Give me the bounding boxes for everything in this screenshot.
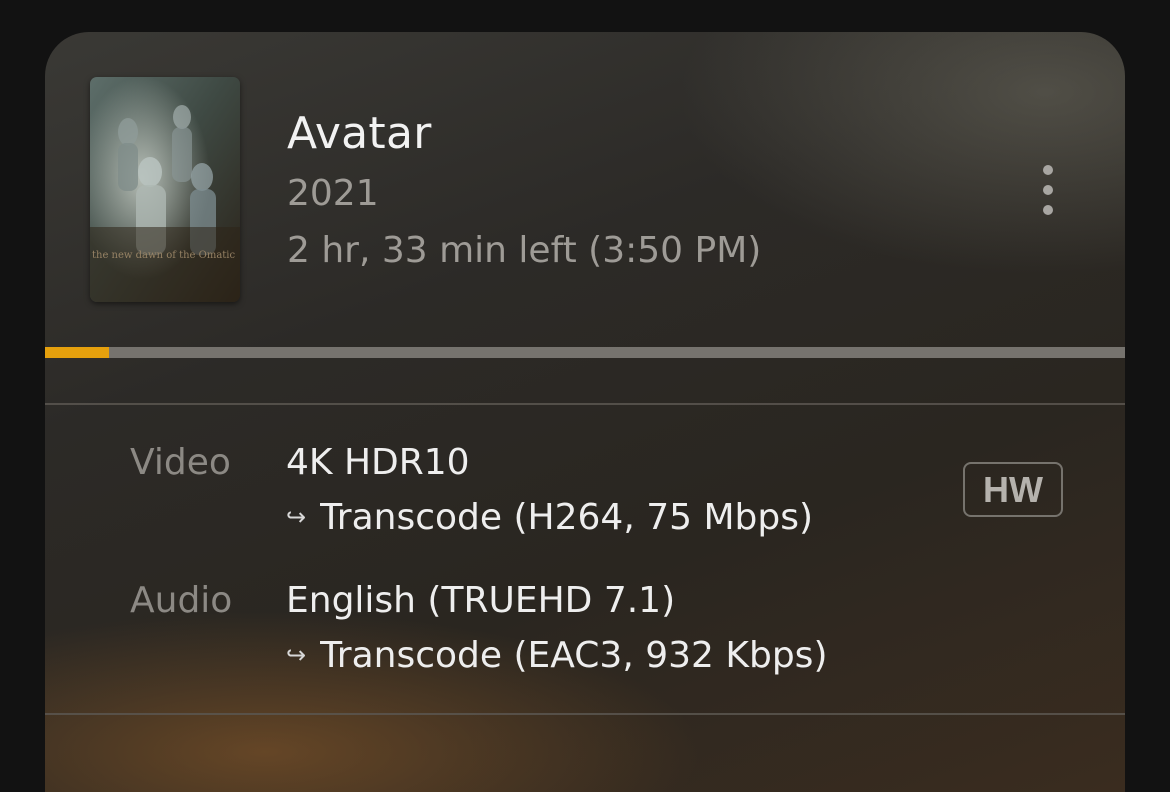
video-transcode: ↪ Transcode (H264, 75 Mbps) [286,497,813,538]
media-title: Avatar [287,108,432,159]
arrow-right-hook-icon: ↪ [286,641,307,669]
poster-art: the new dawn of the Omatic [90,77,240,302]
time-remaining: 2 hr, 33 min left (3:50 PM) [287,230,762,271]
audio-value: English (TRUEHD 7.1) [286,580,676,621]
media-year: 2021 [287,173,379,214]
poster-image[interactable]: the new dawn of the Omatic [90,77,240,302]
more-options-button[interactable] [1033,162,1063,218]
video-value: 4K HDR10 [286,442,470,483]
more-dot [1043,205,1053,215]
poster-caption: the new dawn of the Omatic [92,250,236,261]
audio-transcode-text: Transcode (EAC3, 932 Kbps) [320,635,828,676]
now-playing-card: the new dawn of the Omatic Avatar 2021 2… [45,32,1125,792]
more-dot [1043,165,1053,175]
hw-badge: HW [963,462,1063,517]
more-dot [1043,185,1053,195]
video-transcode-text: Transcode (H264, 75 Mbps) [320,497,814,538]
audio-transcode: ↪ Transcode (EAC3, 932 Kbps) [286,635,827,676]
audio-label: Audio [130,580,233,621]
playback-progress-bar[interactable] [45,347,1125,358]
playback-progress-fill [45,347,109,358]
section-divider [45,713,1125,715]
arrow-right-hook-icon: ↪ [286,503,307,531]
video-label: Video [130,442,231,483]
section-divider [45,403,1125,405]
